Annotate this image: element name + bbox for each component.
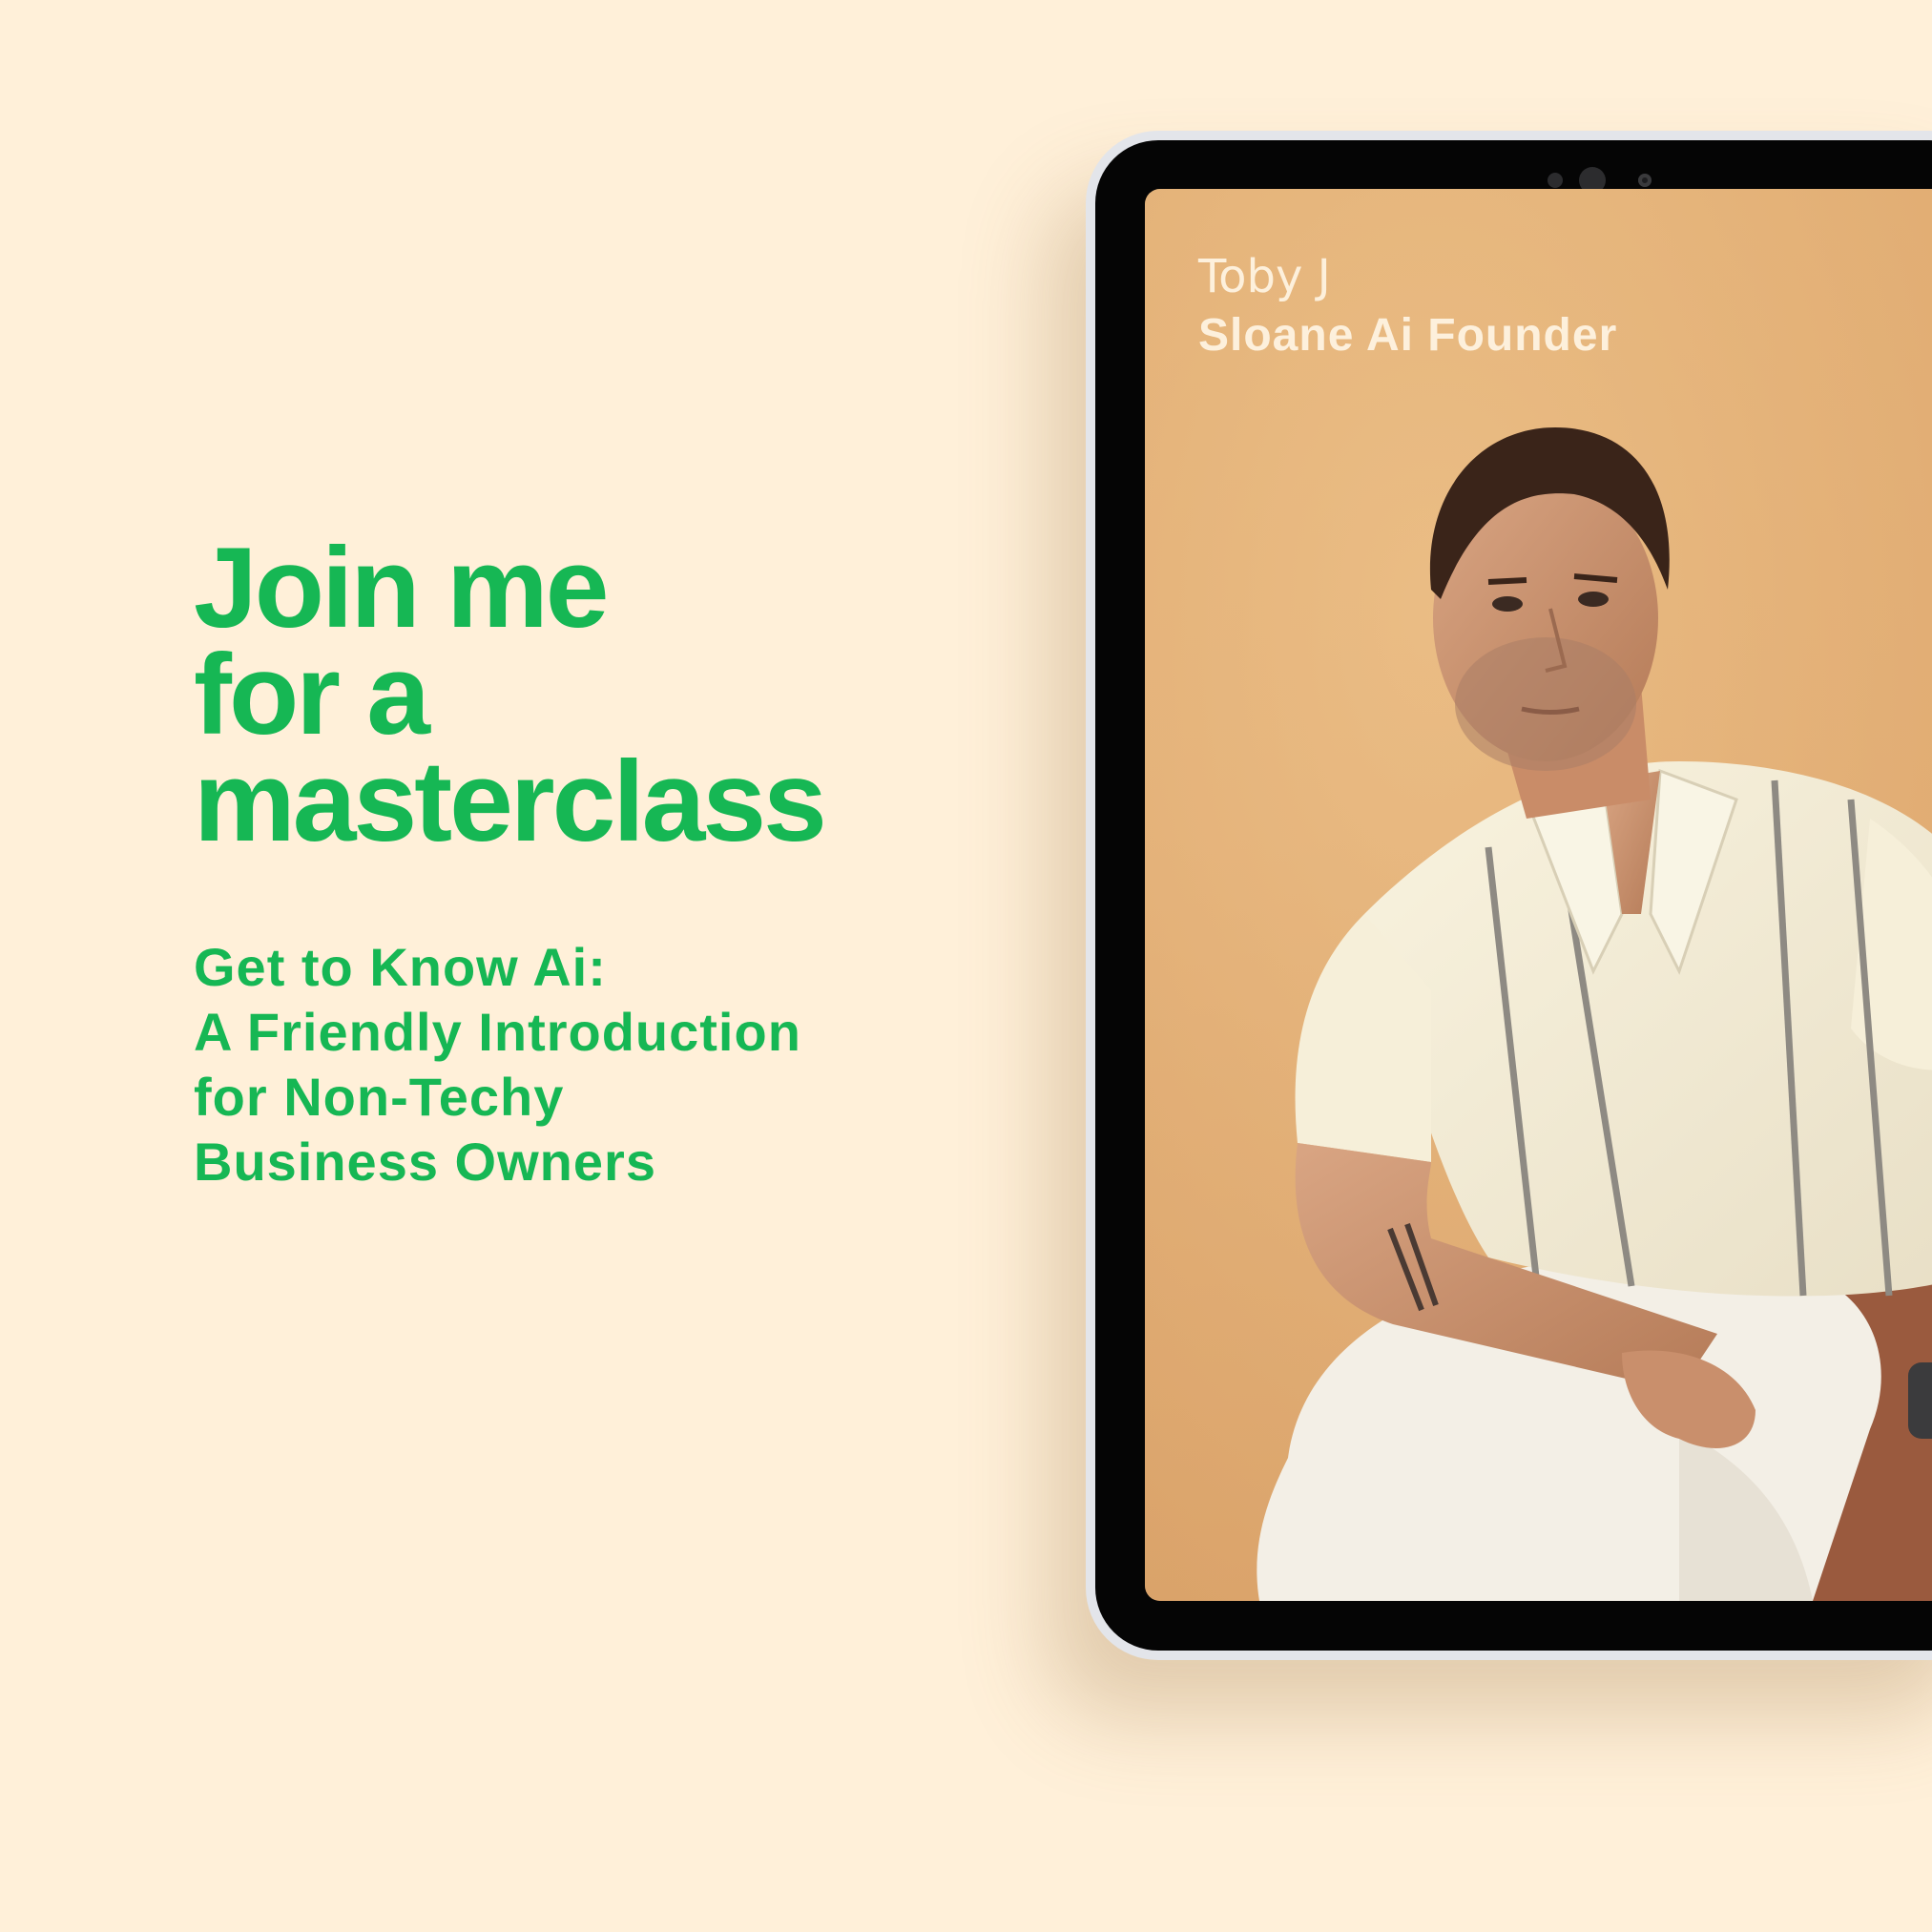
subtitle-line-2: A Friendly Introduction <box>194 1002 801 1062</box>
subtitle-line-3: for Non-Techy <box>194 1067 565 1127</box>
headline: Join me for a masterclass <box>194 524 827 865</box>
subtitle: Get to Know Ai: A Friendly Introduction … <box>194 935 801 1195</box>
headline-line-3: masterclass <box>194 737 827 865</box>
subtitle-line-1: Get to Know Ai: <box>194 937 607 997</box>
tablet-screen: Toby J Sloane Ai Founder <box>1145 189 1932 1601</box>
headline-line-1: Join me <box>194 524 609 652</box>
headline-line-2: for a <box>194 631 430 758</box>
speaker-portrait <box>1145 189 1932 1601</box>
speaker-name: Toby J <box>1198 250 1331 303</box>
camera-sensor-icon <box>1548 173 1563 188</box>
camera-light-icon <box>1638 174 1652 187</box>
speaker-title: Sloane Ai Founder <box>1198 310 1618 361</box>
subtitle-line-4: Business Owners <box>194 1132 656 1192</box>
